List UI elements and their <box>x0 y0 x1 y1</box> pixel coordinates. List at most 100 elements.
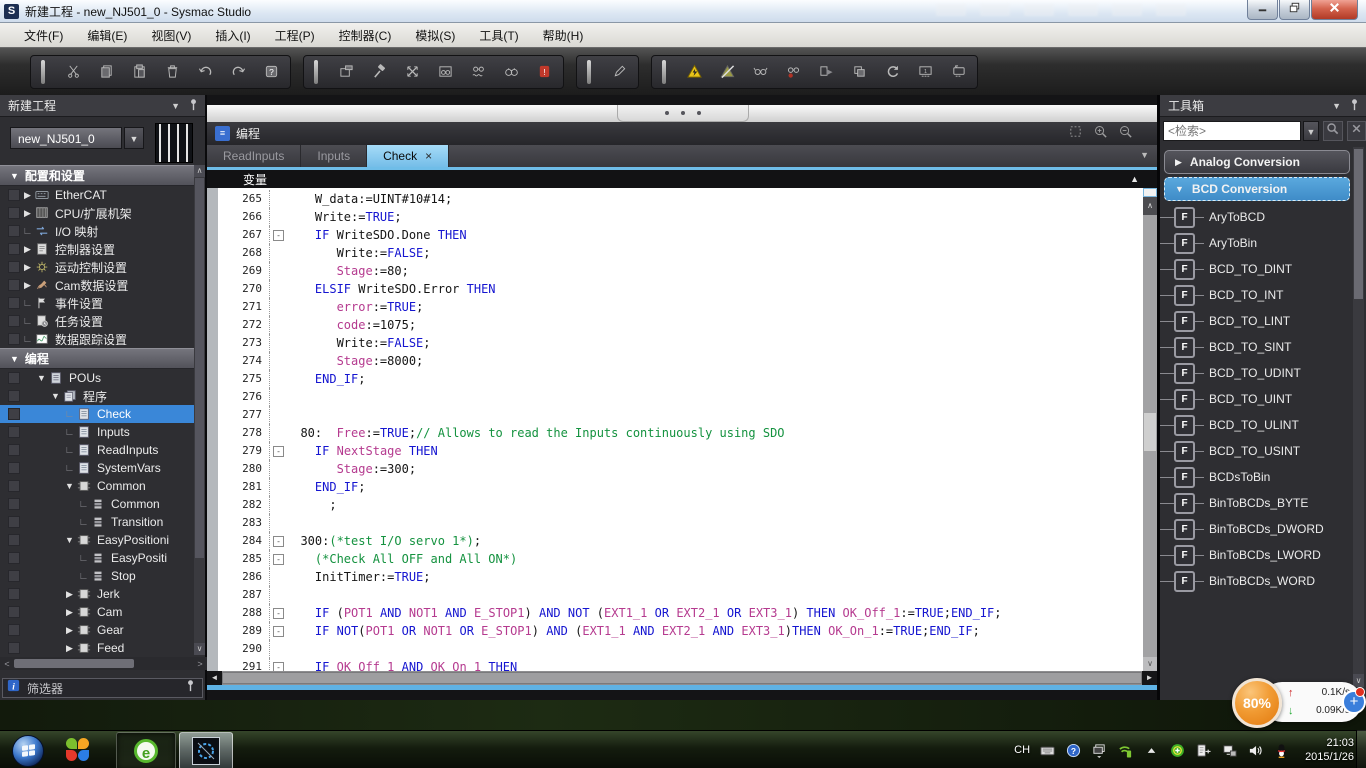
build-icon[interactable] <box>370 63 388 81</box>
menu-item-5[interactable]: 工程(P) <box>265 24 325 47</box>
taskbar-app-pinwheel[interactable] <box>66 738 90 762</box>
fold-marker-icon[interactable]: - <box>270 604 286 622</box>
zoom-in-icon[interactable] <box>1093 124 1108 144</box>
toolbox-function-AryToBCD[interactable]: FAryToBCD <box>1160 204 1354 230</box>
search-button[interactable] <box>1323 121 1343 141</box>
close-button[interactable] <box>1311 0 1358 20</box>
error-list-icon[interactable]: ! <box>535 63 553 81</box>
scroll-right-icon[interactable]: ► <box>1142 671 1157 685</box>
taskbar-app-browser[interactable]: e <box>116 732 176 768</box>
start-button[interactable] <box>12 735 44 767</box>
help-circle-icon[interactable]: ? <box>1065 742 1082 759</box>
expander-icon[interactable]: ▶ <box>20 280 35 291</box>
memory-percent-ball[interactable]: 80% <box>1232 678 1282 728</box>
pin-icon[interactable] <box>183 678 198 698</box>
scroll-thumb[interactable] <box>1354 149 1363 299</box>
project-icon[interactable] <box>337 63 355 81</box>
menu-item-6[interactable]: 控制器(C) <box>329 24 402 47</box>
code-line-269[interactable]: 269 Stage:=80; <box>218 262 1143 280</box>
go-offline-icon[interactable] <box>718 63 736 81</box>
toolbox-function-BCD_TO_UINT[interactable]: FBCD_TO_UINT <box>1160 386 1354 412</box>
code-line-267[interactable]: 267- IF WriteSDO.Done THEN <box>218 226 1143 244</box>
taskbar-clock[interactable]: 21:032015/1/26 <box>1305 736 1354 764</box>
run-icon[interactable] <box>817 63 835 81</box>
menu-item-2[interactable]: 编辑(E) <box>77 24 137 47</box>
tree-item-Cam----[interactable]: ▶Cam数据设置 <box>0 276 205 294</box>
expander-icon[interactable]: ▼ <box>62 481 77 491</box>
net-speed-widget[interactable]: ↑ 0.1K/s ↓ 0.09K/s 80% + <box>1232 676 1366 732</box>
go-online-icon[interactable] <box>685 63 703 81</box>
toolbox-group-bcd-conversion[interactable]: ▼BCD Conversion <box>1164 177 1350 201</box>
code-line-285[interactable]: 285- (*Check All OFF and All ON*) <box>218 550 1143 568</box>
transfer-to-icon[interactable]: 1 <box>916 63 934 81</box>
tree-item-EasyPositi[interactable]: ∟EasyPositi <box>0 549 205 567</box>
window-popup-icon[interactable] <box>1091 742 1108 759</box>
tree-item-EtherCAT[interactable]: ▶EtherCAT <box>0 186 205 204</box>
qq-icon[interactable] <box>1273 742 1290 759</box>
edit-online-icon[interactable] <box>610 63 628 81</box>
code-line-270[interactable]: 270 ELSIF WriteSDO.Error THEN <box>218 280 1143 298</box>
fold-marker-icon[interactable]: - <box>270 550 286 568</box>
delete-icon[interactable] <box>163 63 181 81</box>
tree-item-Common[interactable]: ∟Common <box>0 495 205 513</box>
code-line-266[interactable]: 266 Write:=TRUE; <box>218 208 1143 226</box>
code-line-283[interactable]: 283 <box>218 514 1143 532</box>
toolbox-function-BCD_TO_ULINT[interactable]: FBCD_TO_ULINT <box>1160 412 1354 438</box>
redo-icon[interactable] <box>229 63 247 81</box>
tree-item-Jerk[interactable]: ▶Jerk <box>0 585 205 603</box>
tree-item-POUs[interactable]: ▼POUs <box>0 369 205 387</box>
expander-icon[interactable]: ▼ <box>62 535 77 545</box>
paste-icon[interactable] <box>130 63 148 81</box>
pin-icon[interactable] <box>186 97 201 115</box>
code-line-265[interactable]: 265 W_data:=UINT#10#14; <box>218 190 1143 208</box>
fold-marker-icon[interactable]: - <box>270 658 286 671</box>
scroll-up-icon[interactable]: ∧ <box>1143 197 1157 215</box>
tree-item-CPU-----[interactable]: ▶CPU/扩展机架 <box>0 204 205 222</box>
clear-search-button[interactable] <box>1347 121 1366 141</box>
tree-item-Cam[interactable]: ▶Cam <box>0 603 205 621</box>
scroll-thumb[interactable] <box>222 672 1142 684</box>
undo-icon[interactable] <box>196 63 214 81</box>
code-line-276[interactable]: 276 <box>218 388 1143 406</box>
tab-inputs[interactable]: Inputs <box>301 145 367 167</box>
section-header-config[interactable]: ▼配置和设置 <box>0 165 205 186</box>
toolbox-scrollbar[interactable]: ∨ <box>1353 147 1364 687</box>
tree-item-Stop[interactable]: ∟Stop <box>0 567 205 585</box>
tab-list-dropdown-icon[interactable]: ▼ <box>1140 150 1149 160</box>
copy-icon[interactable] <box>97 63 115 81</box>
expander-icon[interactable]: ▶ <box>20 208 35 219</box>
menu-item-9[interactable]: 帮助(H) <box>533 24 594 47</box>
clipboard-plug-icon[interactable] <box>1195 742 1212 759</box>
expander-icon[interactable]: ▼ <box>48 391 63 401</box>
tree-item-----[interactable]: ∟事件设置 <box>0 294 205 312</box>
show-desktop-button[interactable] <box>1356 730 1366 768</box>
zoom-out-icon[interactable] <box>1118 124 1133 144</box>
menu-item-1[interactable]: 文件(F) <box>14 24 73 47</box>
check-all-icon[interactable] <box>436 63 454 81</box>
tree-item-Common[interactable]: ▼Common <box>0 477 205 495</box>
code-line-289[interactable]: 289- IF NOT(POT1 OR NOT1 OR E_STOP1) AND… <box>218 622 1143 640</box>
restore-button[interactable] <box>1279 0 1310 20</box>
menu-item-4[interactable]: 插入(I) <box>205 24 260 47</box>
section-header-programming[interactable]: ▼编程 <box>0 348 205 369</box>
tab-check[interactable]: Check× <box>367 145 449 167</box>
transfer-from-icon[interactable] <box>949 63 967 81</box>
code-line-290[interactable]: 290 <box>218 640 1143 658</box>
tree-item-Check[interactable]: ∟Check <box>0 405 205 423</box>
toolbox-function-BCD_TO_SINT[interactable]: FBCD_TO_SINT <box>1160 334 1354 360</box>
tree-item-Gear[interactable]: ▶Gear <box>0 621 205 639</box>
fold-marker-icon[interactable]: - <box>270 226 286 244</box>
dock-handle[interactable] <box>617 105 749 122</box>
tree-item-Inputs[interactable]: ∟Inputs <box>0 423 205 441</box>
expander-icon[interactable]: ▶ <box>62 607 77 618</box>
code-line-279[interactable]: 279- IF NextStage THEN <box>218 442 1143 460</box>
rebuild-icon[interactable] <box>403 63 421 81</box>
tree-item-------[interactable]: ▶运动控制设置 <box>0 258 205 276</box>
fold-marker-icon[interactable]: - <box>270 442 286 460</box>
menu-item-3[interactable]: 视图(V) <box>141 24 201 47</box>
select-tool-icon[interactable] <box>1068 124 1083 144</box>
expander-icon[interactable]: ▼ <box>34 373 49 383</box>
panel-dropdown-icon[interactable]: ▼ <box>1332 101 1341 111</box>
tree-item------[interactable]: ▶控制器设置 <box>0 240 205 258</box>
fold-marker-icon[interactable]: - <box>270 622 286 640</box>
